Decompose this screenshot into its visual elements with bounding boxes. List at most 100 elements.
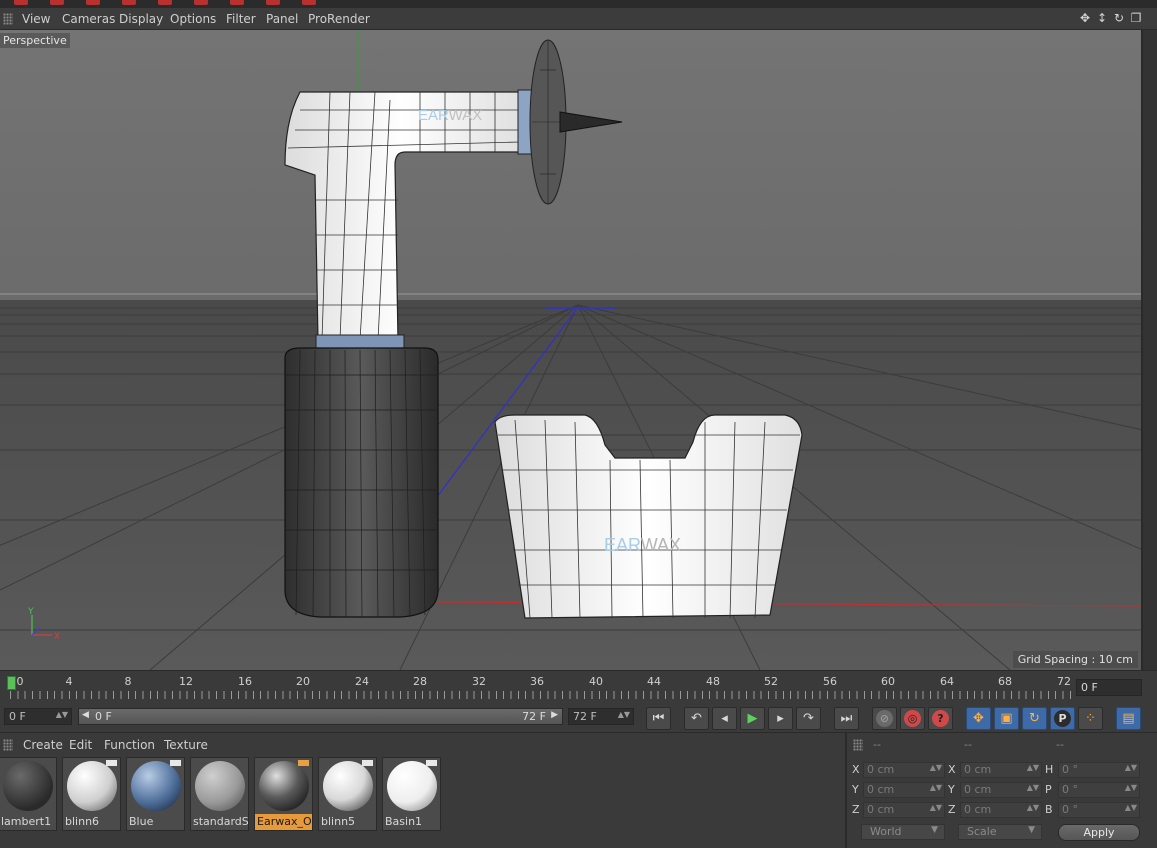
material-swatch[interactable]: standardSu: [190, 757, 249, 831]
top-toolbar-strip: [0, 0, 1157, 8]
go-to-start-button[interactable]: ⏮: [646, 707, 671, 730]
start-frame-field[interactable]: 0 F ▲▼: [4, 708, 72, 725]
grip-handle-icon[interactable]: [853, 739, 863, 751]
rot-p-field[interactable]: 0 ° ▲▼: [1058, 782, 1140, 798]
tick-label: 56: [823, 675, 837, 688]
menu-function[interactable]: Function: [104, 738, 155, 752]
tick-label: 48: [706, 675, 720, 688]
key-pla-button[interactable]: ⁘: [1078, 707, 1103, 730]
menu-edit[interactable]: Edit: [69, 738, 92, 752]
tick-label: 52: [764, 675, 778, 688]
viewport-camera-label[interactable]: Perspective: [0, 33, 70, 48]
grip-handle-icon[interactable]: [3, 739, 13, 751]
rot-h-field[interactable]: 0 ° ▲▼: [1058, 762, 1140, 778]
material-preview-ball: [3, 761, 53, 811]
key-rotation-button[interactable]: ↻: [1022, 707, 1047, 730]
size-x-field[interactable]: 0 cm ▲▼: [960, 762, 1042, 778]
previous-frame-button[interactable]: ◂: [712, 707, 737, 730]
toolbar-icon[interactable]: [122, 0, 136, 5]
toolbar-icon[interactable]: [302, 0, 316, 5]
timeline-ticks: [10, 691, 1072, 699]
coordinate-space-dropdown[interactable]: World ▼: [861, 824, 945, 840]
keyframe-selection-button[interactable]: ?: [928, 707, 953, 730]
viewport-menubar: View Cameras Display Options Filter Pane…: [0, 8, 1157, 30]
tick-label: 0: [16, 675, 24, 688]
perspective-viewport[interactable]: EARWAX EARWAX Y X Perspective Grid Spaci…: [0, 30, 1143, 670]
key-position-button[interactable]: ✥: [966, 707, 991, 730]
menu-prorender[interactable]: ProRender: [308, 12, 370, 26]
range-left-arrow-icon[interactable]: ◀: [82, 710, 89, 720]
key-scale-button[interactable]: ▣: [994, 707, 1019, 730]
next-frame-button[interactable]: ▸: [768, 707, 793, 730]
size-z-label: Z: [948, 803, 956, 816]
dolly-view-icon[interactable]: ↕: [1095, 11, 1109, 25]
range-right-arrow-icon[interactable]: ▶: [551, 710, 558, 720]
toolbar-icon[interactable]: [266, 0, 280, 5]
pos-y-field[interactable]: 0 cm ▲▼: [863, 782, 945, 798]
material-tag-icon: [426, 760, 437, 766]
tick-label: 8: [124, 675, 132, 688]
menu-display[interactable]: Display: [119, 12, 163, 26]
current-frame-field[interactable]: 0 F: [1076, 679, 1142, 696]
tick-label: 36: [530, 675, 544, 688]
tick-label: 64: [940, 675, 954, 688]
material-name: standardSu: [193, 815, 248, 828]
timeline-window-button[interactable]: ▤: [1116, 707, 1141, 730]
play-button[interactable]: ▶: [740, 707, 765, 730]
frame-range-slider[interactable]: ◀ 0 F 72 F ▶: [78, 708, 563, 725]
menu-cameras[interactable]: Cameras: [62, 12, 115, 26]
current-frame-marker[interactable]: [7, 676, 16, 690]
material-name: Earwax_Op: [255, 814, 312, 830]
move-view-icon[interactable]: ✥: [1078, 11, 1092, 25]
grip-handle-icon[interactable]: [3, 13, 13, 25]
toolbar-icon[interactable]: [194, 0, 208, 5]
background-sky: [0, 30, 1141, 300]
chevron-down-icon: ▼: [931, 825, 938, 835]
toolbar-icon[interactable]: [50, 0, 64, 5]
size-y-field[interactable]: 0 cm ▲▼: [960, 782, 1042, 798]
rotation-header: --: [1056, 738, 1064, 751]
next-key-button[interactable]: ↷: [796, 707, 821, 730]
tick-label: 68: [998, 675, 1012, 688]
toolbar-icon[interactable]: [86, 0, 100, 5]
menu-filter[interactable]: Filter: [226, 12, 256, 26]
svg-text:Y: Y: [27, 607, 34, 617]
rot-b-field[interactable]: 0 ° ▲▼: [1058, 802, 1140, 818]
maximize-view-icon[interactable]: ❐: [1129, 11, 1143, 25]
previous-key-button[interactable]: ↶: [684, 707, 709, 730]
size-header: --: [964, 738, 972, 751]
pos-z-field[interactable]: 0 cm ▲▼: [863, 802, 945, 818]
menu-texture[interactable]: Texture: [164, 738, 208, 752]
menu-view[interactable]: View: [22, 12, 50, 26]
size-z-field[interactable]: 0 cm ▲▼: [960, 802, 1042, 818]
record-keys-button[interactable]: ⊘: [872, 707, 897, 730]
toolbar-icon[interactable]: [158, 0, 172, 5]
end-frame-field[interactable]: 72 F ▲▼: [568, 708, 634, 725]
apply-button[interactable]: Apply: [1058, 824, 1140, 841]
rotate-view-icon[interactable]: ↻: [1112, 11, 1126, 25]
material-preview-ball: [67, 761, 117, 811]
timeline-ruler[interactable]: 0 4 8 12 16 20 24 28 32 36 40 44 48 52 5…: [0, 671, 1072, 705]
toolbar-icon[interactable]: [14, 0, 28, 5]
material-swatch[interactable]: blinn5: [318, 757, 377, 831]
material-swatch[interactable]: lambert1: [0, 757, 57, 831]
menu-options[interactable]: Options: [170, 12, 216, 26]
autokey-button[interactable]: ◎: [900, 707, 925, 730]
material-preview-ball: [323, 761, 373, 811]
tick-label: 24: [355, 675, 369, 688]
material-swatch[interactable]: Blue: [126, 757, 185, 831]
toolbar-icon[interactable]: [230, 0, 244, 5]
material-preview-ball: [131, 761, 181, 811]
menu-create[interactable]: Create: [23, 738, 63, 752]
go-to-end-button[interactable]: ⏭: [834, 707, 859, 730]
menu-panel[interactable]: Panel: [266, 12, 298, 26]
material-swatch[interactable]: Basin1: [382, 757, 441, 831]
pos-x-field[interactable]: 0 cm ▲▼: [863, 762, 945, 778]
material-swatch[interactable]: blinn6: [62, 757, 121, 831]
material-swatch-selected[interactable]: Earwax_Op: [254, 757, 313, 831]
key-parameter-button[interactable]: P: [1050, 707, 1075, 730]
size-mode-dropdown[interactable]: Scale ▼: [958, 824, 1042, 840]
tick-label: 12: [179, 675, 193, 688]
scene-render: EARWAX EARWAX Y X: [0, 30, 1141, 670]
device-logo-text: EARWAX: [418, 107, 482, 124]
